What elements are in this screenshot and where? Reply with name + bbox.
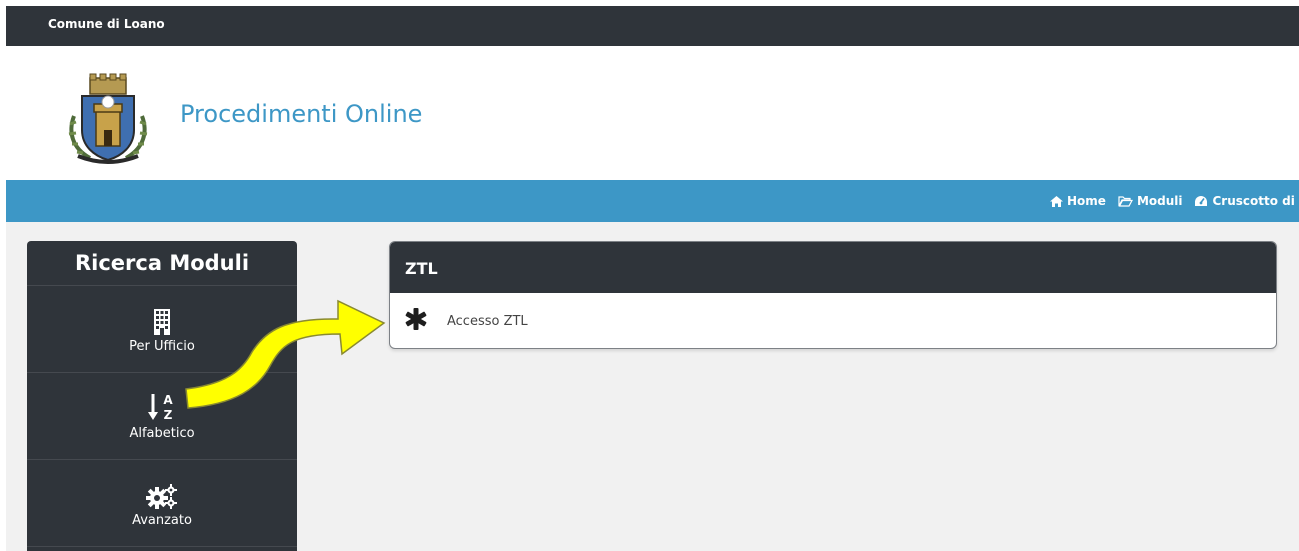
dashboard-icon [1195, 196, 1208, 206]
page-frame: Comune di Loano Procedimenti Online Home… [6, 6, 1299, 551]
list-item-label: Accesso ZTL [447, 313, 528, 329]
coat-of-arms-icon [68, 73, 148, 164]
building-icon [154, 308, 170, 335]
svg-text:Z: Z [164, 408, 173, 422]
asterisk-icon [405, 308, 427, 330]
sidebar-item-alfabetico[interactable]: A Z Alfabetico [27, 373, 297, 460]
nav-item-label: Moduli [1136, 194, 1183, 208]
nav-item-cruscotto[interactable]: Cruscotto di G [1194, 194, 1299, 208]
org-name[interactable]: Comune di Loano [48, 17, 165, 31]
sidebar-item-per-ufficio[interactable]: Per Ufficio [27, 286, 297, 373]
folder-open-icon [1118, 195, 1133, 207]
sidebar-title: Ricerca Moduli [27, 241, 297, 286]
ztl-panel: ZTL Accesso ZTL [389, 241, 1277, 349]
sidebar-item-label: Alfabetico [129, 425, 195, 441]
coat-of-arms-logo[interactable] [60, 72, 156, 166]
panel-title: ZTL [390, 242, 1276, 293]
sidebar-item-label: Avanzato [132, 512, 192, 528]
nav-item-home[interactable]: Home [1050, 194, 1106, 208]
sidebar-item-label: Per Ufficio [129, 338, 195, 354]
gears-icon [146, 483, 177, 509]
sidebar-item-avanzato[interactable]: Avanzato [27, 460, 297, 547]
svg-text:A: A [163, 393, 173, 407]
nav-item-label: Cruscotto di G [1212, 194, 1299, 208]
search-sidebar: Ricerca Moduli Per Ufficio A Z Alfabetic… [27, 241, 297, 551]
top-bar: Comune di Loano [6, 6, 1299, 46]
nav-item-moduli[interactable]: Moduli [1118, 194, 1183, 208]
site-header: Procedimenti Online [6, 46, 1299, 180]
nav-menu: Home Moduli Cruscotto di G [1050, 194, 1299, 208]
list-item[interactable]: Accesso ZTL [390, 293, 1276, 348]
main-navbar: Home Moduli Cruscotto di G [6, 180, 1299, 222]
nav-item-label: Home [1067, 194, 1106, 208]
site-title[interactable]: Procedimenti Online [180, 100, 422, 128]
home-icon [1050, 195, 1063, 207]
sort-alpha-icon: A Z [148, 393, 173, 422]
